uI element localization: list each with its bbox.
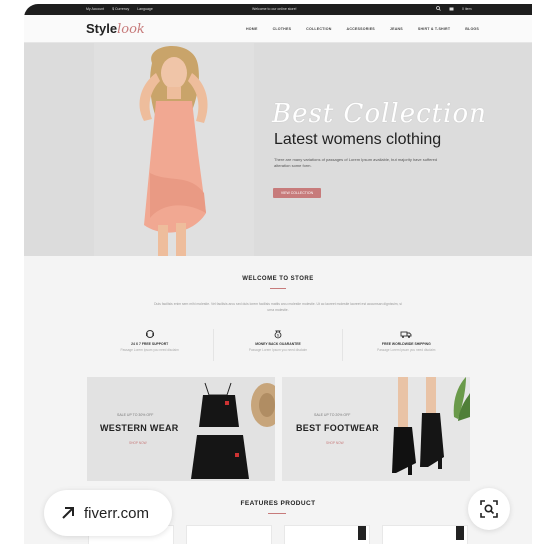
cart-icon[interactable] xyxy=(449,6,454,11)
truck-icon xyxy=(400,331,412,338)
feature-title: 24 X 7 FREE SUPPORT xyxy=(131,342,169,346)
welcome-divider xyxy=(270,288,286,289)
product-card[interactable] xyxy=(186,525,272,544)
logo-script: look xyxy=(117,22,145,37)
currency-menu[interactable]: $ Currency xyxy=(112,7,129,11)
fiverr-label: fiverr.com xyxy=(84,504,150,522)
site-logo[interactable]: Stylelook xyxy=(86,21,145,37)
feature-shipping: FREE WORLDWIDE SHIPPING Passage Lorem Ip… xyxy=(343,329,470,361)
nav-clothes[interactable]: CLOTHES xyxy=(273,27,292,31)
search-icon[interactable] xyxy=(436,6,441,11)
welcome-message: Welcome to our online store! xyxy=(252,7,297,11)
feature-subtitle: Passage Lorem Ipsum you need disclaim xyxy=(377,348,436,352)
visual-search-button[interactable] xyxy=(468,488,510,530)
nav-home[interactable]: HOME xyxy=(246,27,258,31)
money-bag-icon: $ xyxy=(274,330,282,339)
feature-money-back: $ MONEY BACK GUARANTEE Passage Lorem Ips… xyxy=(214,329,343,361)
logo-main: Style xyxy=(86,21,118,36)
arrow-up-right-icon xyxy=(62,507,74,519)
product-tag xyxy=(456,526,464,540)
language-menu[interactable]: Language xyxy=(137,7,153,11)
western-wear-banner[interactable]: SALE UP TO 30% OFF WESTERN WEAR SHOP NOW xyxy=(87,377,275,481)
account-menu[interactable]: My Account xyxy=(86,7,104,11)
lens-search-icon xyxy=(480,500,498,518)
cart-count[interactable]: 0 item xyxy=(462,7,472,11)
features-row: 24 X 7 FREE SUPPORT Passage Lorem Ipsum … xyxy=(86,329,470,361)
nav-collection[interactable]: COLLECTION xyxy=(306,27,331,31)
hero-model-image xyxy=(94,43,254,256)
feature-support: 24 X 7 FREE SUPPORT Passage Lorem Ipsum … xyxy=(86,329,215,361)
product-card[interactable] xyxy=(382,525,468,544)
top-bar-left: My Account $ Currency Language xyxy=(86,7,153,11)
store-page: My Account $ Currency Language Welcome t… xyxy=(24,4,532,544)
hero-script-title: Best Collection xyxy=(272,99,487,129)
banner-title: WESTERN WEAR xyxy=(100,423,179,433)
footwear-image xyxy=(392,377,470,475)
product-card[interactable] xyxy=(284,525,370,544)
features-product-divider xyxy=(268,513,286,514)
product-tag xyxy=(358,526,366,540)
view-collection-button[interactable]: VIEW COLLECTION xyxy=(273,188,321,198)
top-bar: My Account $ Currency Language Welcome t… xyxy=(24,4,532,15)
feature-title: MONEY BACK GUARANTEE xyxy=(255,342,301,346)
nav-jeans[interactable]: JEANS xyxy=(390,27,403,31)
fiverr-watermark-pill[interactable]: fiverr.com xyxy=(44,490,172,536)
support-icon xyxy=(145,330,154,338)
feature-title: FREE WORLDWIDE SHIPPING xyxy=(381,342,431,346)
banner-title: BEST FOOTWEAR xyxy=(296,423,379,433)
banner-sale-text: SALE UP TO 30% OFF xyxy=(117,413,154,417)
banner-shop-link[interactable]: SHOP NOW xyxy=(326,441,344,445)
hero-title: Latest womens clothing xyxy=(274,131,442,148)
main-nav: HOME CLOTHES COLLECTION ACCESSORIES JEAN… xyxy=(246,27,479,31)
nav-accessories[interactable]: ACCESSORIES xyxy=(347,27,375,31)
western-wear-image xyxy=(191,382,275,479)
top-bar-right: 0 item xyxy=(436,6,472,11)
banner-shop-link[interactable]: SHOP NOW xyxy=(129,441,147,445)
feature-subtitle: Passage Lorem Ipsum you need disclaim xyxy=(248,348,308,352)
svg-text:$: $ xyxy=(277,334,279,338)
screenshot-frame: My Account $ Currency Language Welcome t… xyxy=(0,0,538,544)
feature-subtitle: Passage Lorem Ipsum you need disclaim xyxy=(120,348,179,352)
banner-sale-text: SALE UP TO 20% OFF xyxy=(314,413,351,417)
nav-blogs[interactable]: BLOGS xyxy=(465,27,479,31)
welcome-text: Duis facilisis enim sem mihi molestie. V… xyxy=(154,302,402,312)
nav-shirts[interactable]: SHIRT & T-SHIRT xyxy=(418,27,450,31)
main-header: Stylelook HOME CLOTHES COLLECTION ACCESS… xyxy=(24,15,532,43)
hero-description: There are many variations of passages of… xyxy=(274,157,438,168)
best-footwear-banner[interactable]: SALE UP TO 20% OFF BEST FOOTWEAR SHOP NO… xyxy=(282,377,470,481)
hero-banner: Best Collection Latest womens clothing T… xyxy=(24,43,532,256)
welcome-title: WELCOME TO STORE xyxy=(242,276,314,282)
